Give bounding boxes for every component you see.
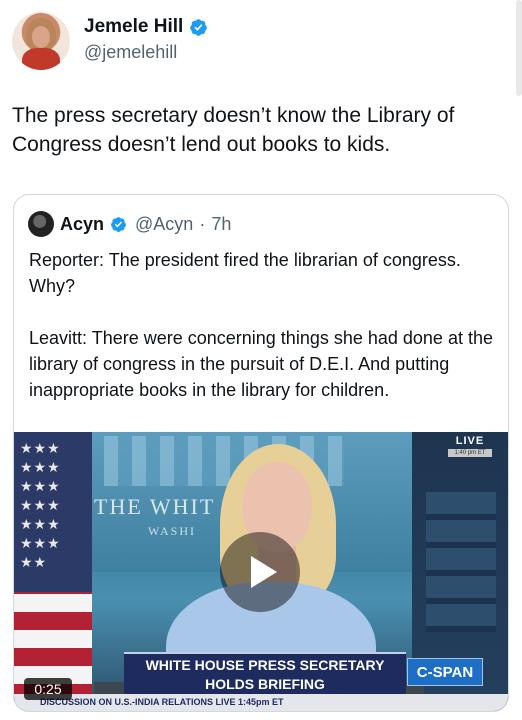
video-player[interactable]: THE WHIT SE WASHI ★★★ ★★★ ★★★ ★★★ ★★★ ★★… xyxy=(14,432,508,711)
quoted-author-display-name[interactable]: Acyn xyxy=(60,214,104,235)
news-ticker: DISCUSSION ON U.S.-INDIA RELATIONS LIVE … xyxy=(14,694,508,711)
quoted-paragraph: Reporter: The president fired the librar… xyxy=(29,250,461,296)
play-icon[interactable] xyxy=(220,532,300,612)
american-flag: ★★★ ★★★ ★★★ ★★★ ★★★ ★★★ ★★ xyxy=(14,432,92,711)
backdrop-text: THE WHIT xyxy=(94,494,216,519)
verified-badge-icon xyxy=(111,216,126,232)
live-time: 1:40 pm ET xyxy=(448,449,492,457)
video-duration: 0:25 xyxy=(24,678,72,700)
author-handle[interactable]: @jemelehill xyxy=(84,42,177,63)
news-chyron: WHITE HOUSE PRESS SECRETARY HOLDS BRIEFI… xyxy=(124,652,406,694)
ticker-text: DISCUSSION ON U.S.-INDIA RELATIONS LIVE … xyxy=(40,697,284,707)
verified-badge-icon xyxy=(190,18,208,36)
live-label: LIVE xyxy=(455,435,485,447)
quoted-paragraph: Leavitt: There were concerning things sh… xyxy=(29,328,493,400)
quoted-author-handle[interactable]: @Acyn xyxy=(135,214,193,235)
author-display-name[interactable]: Jemele Hill xyxy=(84,16,183,38)
meta-separator: · xyxy=(199,213,206,234)
quoted-tweet-header: Acyn @Acyn · 7h xyxy=(28,211,231,237)
chyron-line-2: HOLDS BRIEFING xyxy=(205,676,325,692)
tweet-text: The press secretary doesn’t know the Lib… xyxy=(12,104,455,156)
chyron-line-1: WHITE HOUSE PRESS SECRETARY xyxy=(145,657,385,673)
quoted-tweet-card[interactable]: Acyn @Acyn · 7h Reporter: The president … xyxy=(13,194,509,712)
tweet-header: Jemele Hill @jemelehill xyxy=(12,10,510,74)
quoted-author-avatar[interactable] xyxy=(28,211,54,237)
live-bug: LIVE 1:40 pm ET xyxy=(444,435,496,461)
network-logo: C-SPAN xyxy=(407,658,483,686)
author-name-row: Jemele Hill xyxy=(84,16,208,38)
backdrop-subtext: WASHI xyxy=(148,524,196,538)
scrollbar[interactable] xyxy=(516,0,522,96)
author-avatar[interactable] xyxy=(12,12,70,70)
quoted-tweet-text: Reporter: The president fired the librar… xyxy=(29,247,499,429)
quoted-tweet-time[interactable]: 7h xyxy=(211,214,231,235)
